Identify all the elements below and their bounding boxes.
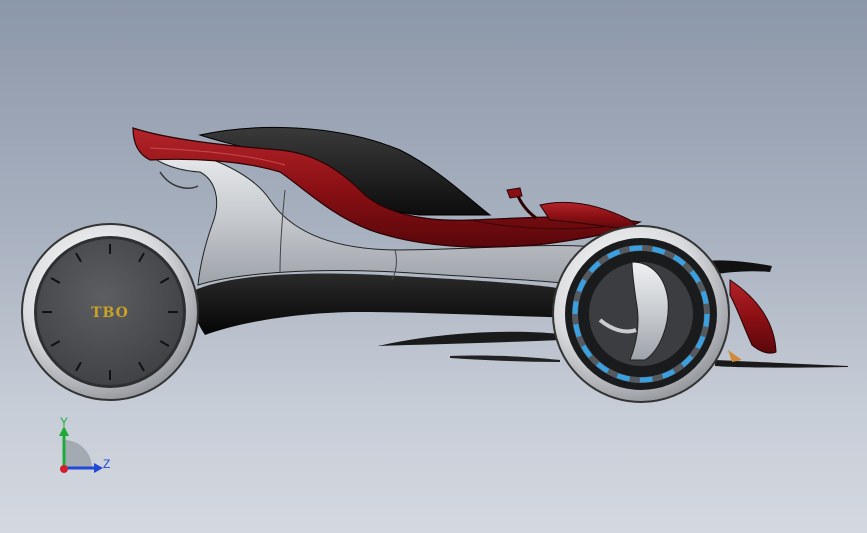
blue-segment	[616, 373, 631, 382]
blue-segment	[629, 245, 643, 252]
x-axis-origin	[60, 465, 68, 473]
graphics-viewport[interactable]: TBO Y Z	[0, 0, 867, 533]
triad-plane-icon	[64, 440, 92, 468]
blue-segment	[572, 300, 579, 315]
z-axis-arrowhead	[94, 463, 103, 473]
blue-segment	[703, 313, 710, 328]
z-axis-label: Z	[103, 457, 110, 471]
y-axis-label: Y	[60, 415, 68, 429]
side-mirror[interactable]	[506, 187, 537, 220]
model-canvas[interactable]: TBO Y Z	[0, 0, 867, 533]
blue-segment	[573, 323, 582, 338]
coordinate-triad: Y Z	[59, 415, 110, 473]
hub-label: TBO	[91, 305, 129, 321]
rear-wheel[interactable]: TBO	[21, 223, 199, 401]
blue-segment	[639, 376, 653, 383]
front-wheel[interactable]	[552, 225, 730, 403]
blue-segment	[700, 290, 709, 305]
chassis-lower[interactable]	[193, 273, 600, 335]
blue-segment	[651, 246, 666, 255]
